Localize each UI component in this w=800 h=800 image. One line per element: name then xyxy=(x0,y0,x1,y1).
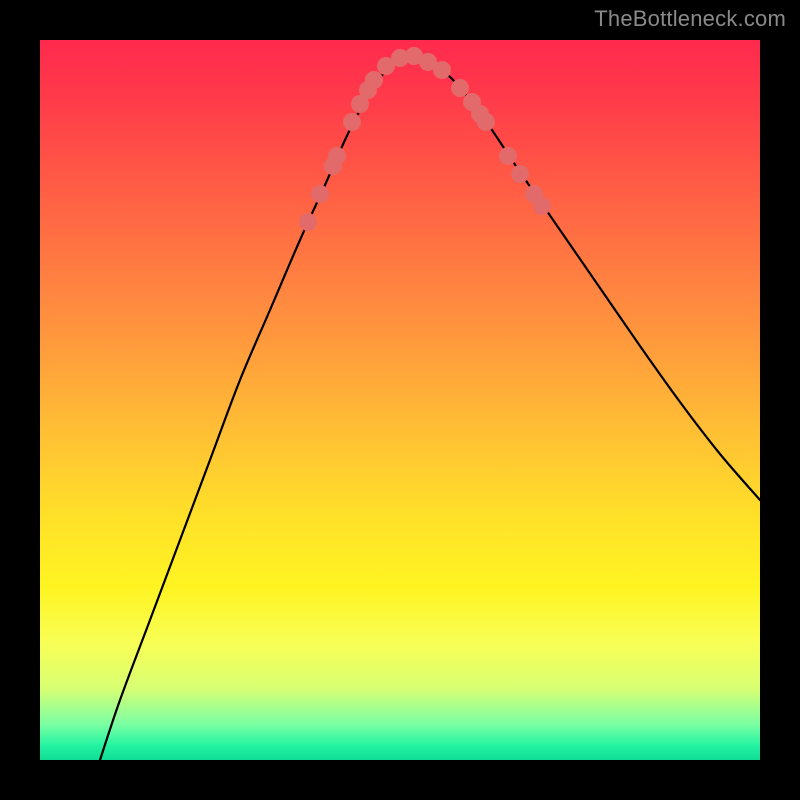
data-dot xyxy=(433,61,451,79)
chart-overlay xyxy=(40,40,760,760)
bottleneck-curve xyxy=(100,54,760,760)
data-dot xyxy=(477,113,495,131)
dot-group xyxy=(299,47,551,231)
data-dot xyxy=(533,197,551,215)
data-dot xyxy=(451,79,469,97)
data-dot xyxy=(365,71,383,89)
data-dot xyxy=(499,147,517,165)
data-dot xyxy=(299,213,317,231)
data-dot xyxy=(343,113,361,131)
data-dot xyxy=(511,165,529,183)
data-dot xyxy=(328,147,346,165)
data-dot xyxy=(311,185,329,203)
watermark-text: TheBottleneck.com xyxy=(594,6,786,32)
chart-stage: TheBottleneck.com xyxy=(0,0,800,800)
plot-area xyxy=(40,40,760,760)
